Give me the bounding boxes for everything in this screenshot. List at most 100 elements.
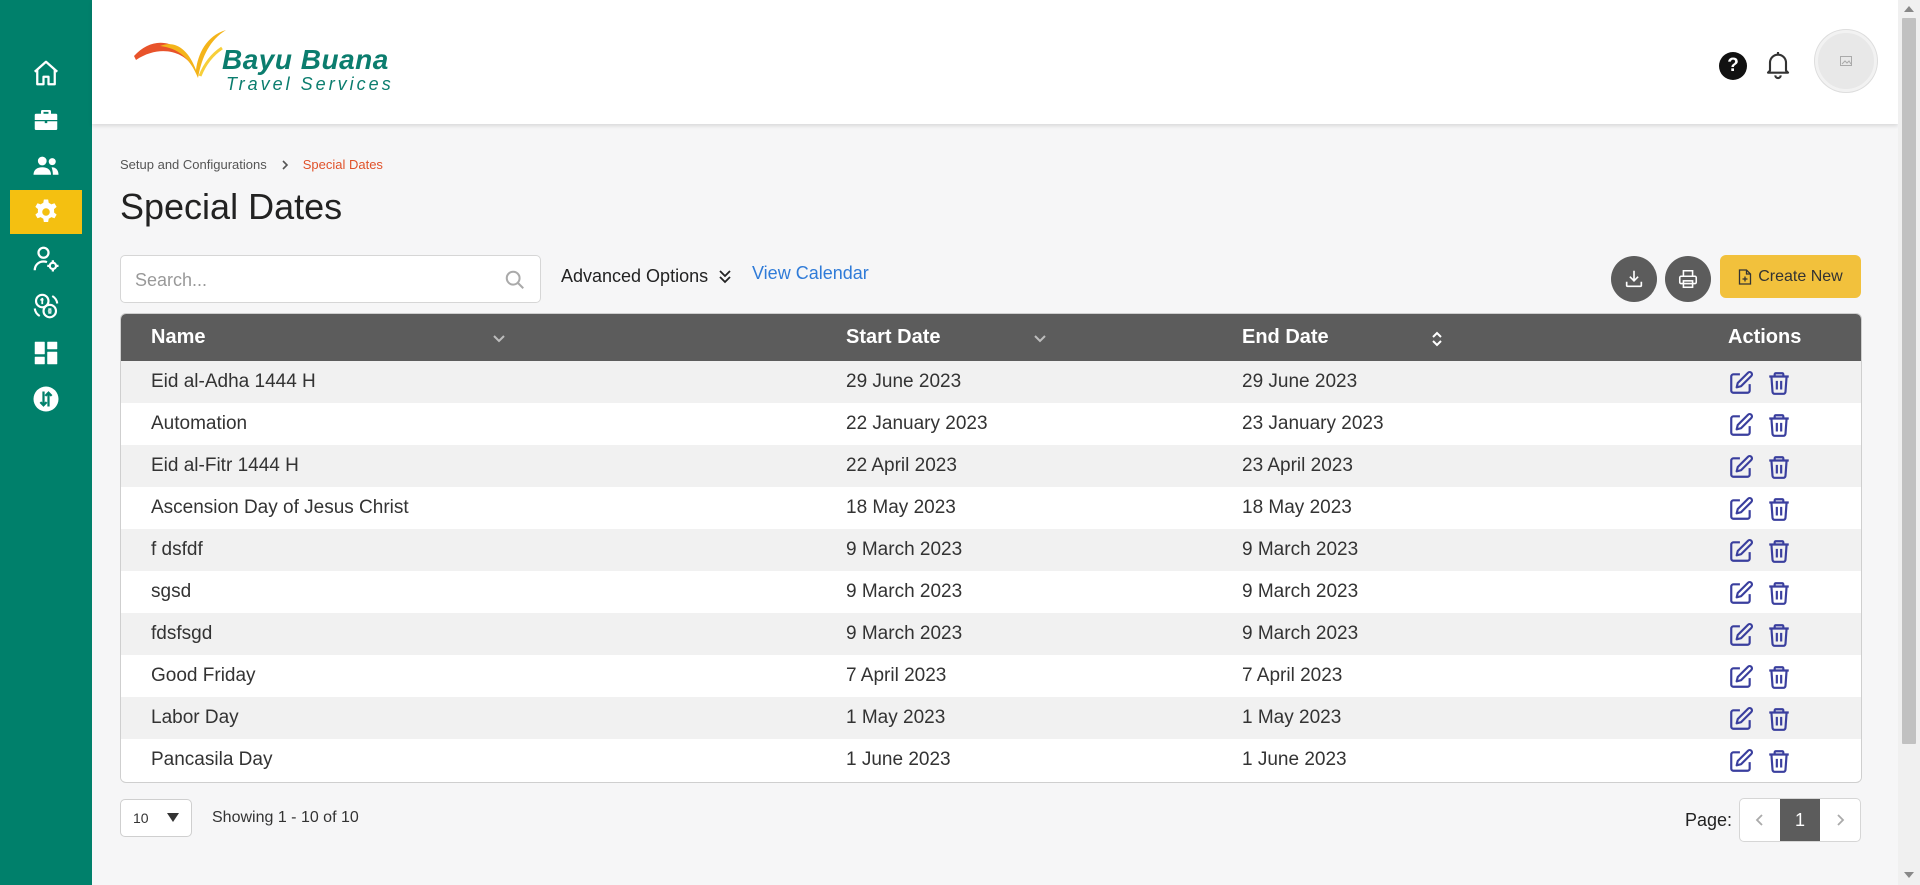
edit-icon[interactable]	[1728, 454, 1754, 480]
vertical-scrollbar[interactable]	[1898, 0, 1920, 885]
table-body: Eid al-Adha 1444 H 29 June 2023 29 June 20…	[121, 361, 1861, 781]
page-size-select[interactable]: 10	[120, 799, 192, 837]
edit-icon[interactable]	[1728, 412, 1754, 438]
table-row[interactable]: sgsd 9 March 2023 9 March 2023	[121, 571, 1861, 613]
trash-icon[interactable]	[1766, 496, 1792, 522]
table-row[interactable]: Ascension Day of Jesus Christ 18 May 2023…	[121, 487, 1861, 529]
sidebar-item-transfer[interactable]	[10, 377, 82, 421]
edit-icon[interactable]	[1728, 370, 1754, 396]
create-new-label: Create New	[1758, 267, 1843, 285]
cell-start-date: 7 April 2023	[846, 665, 947, 686]
trash-icon[interactable]	[1766, 454, 1792, 480]
sidebar-item-dashboard[interactable]	[10, 331, 82, 375]
scroll-up-arrow[interactable]	[1904, 6, 1914, 12]
table-row[interactable]: Automation 22 January 2023 23 January 2023	[121, 403, 1861, 445]
trash-icon[interactable]	[1766, 706, 1792, 732]
cell-start-date: 1 May 2023	[846, 707, 946, 728]
advanced-options-toggle[interactable]: Advanced Options	[561, 266, 732, 287]
add-document-icon	[1739, 268, 1752, 285]
sidebar-item-briefcase[interactable]	[10, 98, 82, 142]
column-header-end-date[interactable]: End Date	[1242, 314, 1329, 361]
table-row[interactable]: Eid al-Fitr 1444 H 22 April 2023 23 April …	[121, 445, 1861, 487]
download-icon	[1625, 270, 1643, 288]
top-header: Bayu Buana Travel Services ?	[92, 0, 1898, 124]
edit-icon[interactable]	[1728, 622, 1754, 648]
cell-name: fdsfsgd	[151, 623, 213, 644]
brand-logo[interactable]: Bayu Buana Travel Services	[130, 26, 410, 94]
edit-icon[interactable]	[1728, 496, 1754, 522]
caret-down-icon	[167, 813, 179, 822]
breadcrumb-parent[interactable]: Setup and Configurations	[120, 157, 267, 172]
cell-end-date: 23 January 2023	[1242, 413, 1384, 434]
sort-icon[interactable]	[1429, 329, 1445, 349]
transfer-icon	[33, 386, 59, 412]
image-placeholder-icon	[1840, 56, 1852, 66]
table-row[interactable]: Labor Day 1 May 2023 1 May 2023	[121, 697, 1861, 739]
table-row[interactable]: Pancasila Day 1 June 2023 1 June 2023	[121, 739, 1861, 781]
scroll-down-arrow[interactable]	[1904, 872, 1914, 878]
create-new-button[interactable]: Create New	[1720, 255, 1861, 298]
cell-end-date: 29 June 2023	[1242, 371, 1358, 392]
scroll-thumb[interactable]	[1902, 18, 1916, 744]
bell-icon[interactable]	[1762, 48, 1794, 80]
trash-icon[interactable]	[1766, 412, 1792, 438]
print-button[interactable]	[1665, 256, 1711, 302]
breadcrumb-current: Special Dates	[302, 157, 383, 172]
cell-name: Eid al-Fitr 1444 H	[151, 455, 299, 476]
brand-subtitle: Travel Services	[226, 74, 394, 94]
cell-name: Ascension Day of Jesus Christ	[151, 497, 409, 518]
chevron-down-icon[interactable]	[1032, 330, 1048, 346]
trash-icon[interactable]	[1766, 538, 1792, 564]
trash-icon[interactable]	[1766, 748, 1792, 774]
sidebar-item-users[interactable]	[10, 144, 82, 188]
view-calendar-link[interactable]: View Calendar	[752, 263, 869, 284]
cell-name: f dsfdf	[151, 539, 203, 560]
chevron-down-icon[interactable]	[491, 330, 507, 346]
sidebar-item-settings[interactable]	[10, 190, 82, 234]
cell-end-date: 9 March 2023	[1242, 539, 1359, 560]
cell-start-date: 29 June 2023	[846, 371, 962, 392]
table-row[interactable]: fdsfsgd 9 March 2023 9 March 2023	[121, 613, 1861, 655]
cell-name: Pancasila Day	[151, 749, 273, 770]
column-header-name[interactable]: Name	[151, 314, 205, 361]
download-button[interactable]	[1611, 256, 1657, 302]
edit-icon[interactable]	[1728, 706, 1754, 732]
cell-end-date: 9 March 2023	[1242, 623, 1359, 644]
sidebar-item-home[interactable]	[10, 51, 82, 95]
sidebar-item-currency-exchange[interactable]	[10, 284, 82, 328]
sidebar	[0, 0, 92, 885]
next-page-button[interactable]	[1820, 799, 1860, 841]
search-icon[interactable]	[504, 269, 526, 291]
cell-start-date: 22 April 2023	[846, 455, 957, 476]
sidebar-item-user-settings[interactable]	[10, 237, 82, 281]
special-dates-table: Name Start Date End Date Actions Eid al-…	[120, 313, 1862, 783]
edit-icon[interactable]	[1728, 664, 1754, 690]
cell-name: Good Friday	[151, 665, 256, 686]
page-number-button[interactable]: 1	[1780, 799, 1820, 841]
edit-icon[interactable]	[1728, 580, 1754, 606]
page-label: Page:	[1685, 810, 1733, 830]
trash-icon[interactable]	[1766, 580, 1792, 606]
cell-start-date: 9 March 2023	[846, 539, 963, 560]
currency-exchange-icon	[33, 293, 59, 319]
help-button[interactable]: ?	[1719, 52, 1747, 80]
edit-icon[interactable]	[1728, 538, 1754, 564]
page-size-value: 10	[133, 810, 149, 826]
gear-icon	[35, 199, 57, 222]
table-row[interactable]: f dsfdf 9 March 2023 9 March 2023	[121, 529, 1861, 571]
search-input[interactable]	[135, 268, 475, 292]
cell-name: Automation	[151, 413, 248, 434]
trash-icon[interactable]	[1766, 664, 1792, 690]
prev-page-button[interactable]	[1740, 799, 1780, 841]
chevron-right-icon	[1837, 814, 1845, 826]
brand-title: Bayu Buana	[222, 44, 389, 75]
edit-icon[interactable]	[1728, 748, 1754, 774]
table-header: Name Start Date End Date Actions	[121, 314, 1861, 361]
table-row[interactable]: Eid al-Adha 1444 H 29 June 2023 29 June 20…	[121, 361, 1861, 403]
avatar[interactable]	[1815, 30, 1877, 92]
trash-icon[interactable]	[1766, 622, 1792, 648]
column-header-start-date[interactable]: Start Date	[846, 314, 940, 361]
table-row[interactable]: Good Friday 7 April 2023 7 April 2023	[121, 655, 1861, 697]
showing-count: Showing 1 - 10 of 10	[212, 809, 359, 826]
trash-icon[interactable]	[1766, 370, 1792, 396]
